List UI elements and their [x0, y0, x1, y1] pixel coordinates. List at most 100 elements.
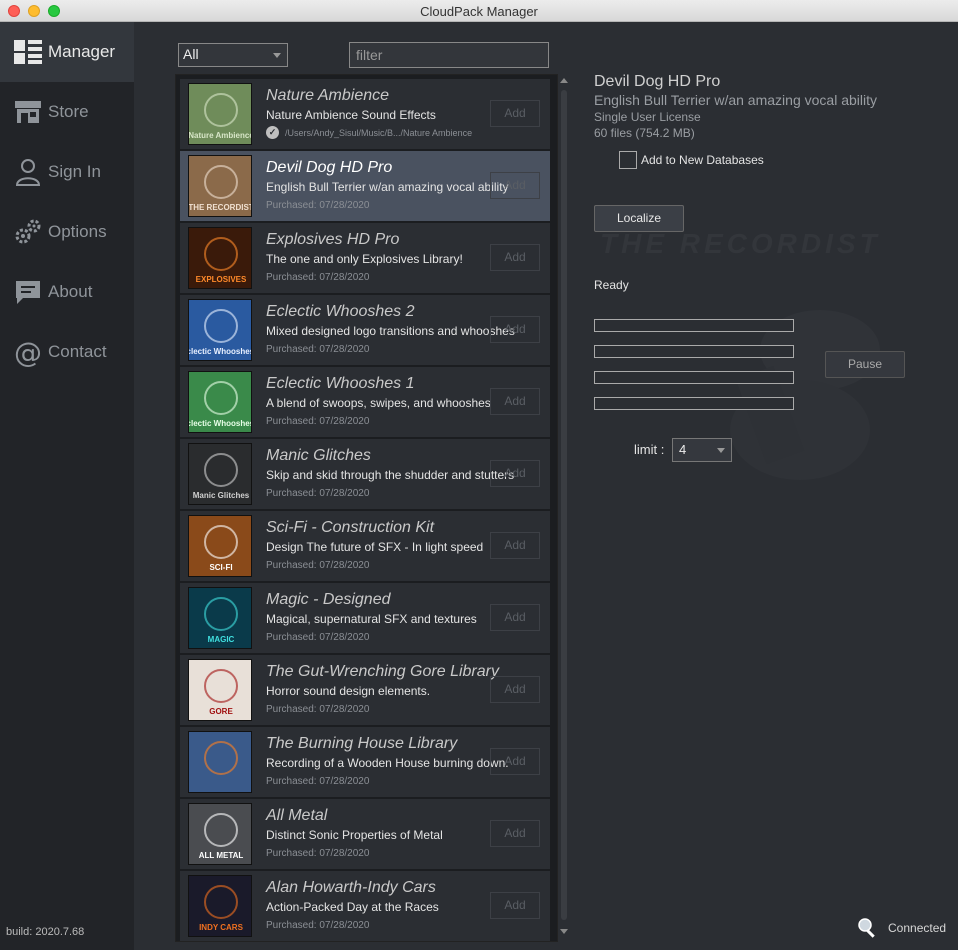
- build-version: build: 2020.7.68: [6, 926, 85, 938]
- artwork-caption: EXPLOSIVES: [196, 275, 247, 284]
- library-list[interactable]: Nature Ambience Nature Ambience Nature Amb…: [175, 74, 558, 942]
- list-item[interactable]: EXPLOSIVES Explosives HD Pro The one and o…: [180, 223, 550, 293]
- list-item[interactable]: MAGIC Magic - Designed Magical, supernatur…: [180, 583, 550, 653]
- sidebar-item-contact[interactable]: @ Contact: [0, 322, 134, 382]
- localize-button[interactable]: Localize: [594, 205, 684, 232]
- add-button[interactable]: Add: [490, 460, 540, 487]
- add-to-databases-label[interactable]: Add to New Databases: [641, 153, 764, 167]
- sidebar-item-label: Store: [48, 102, 89, 121]
- add-to-databases-checkbox[interactable]: [619, 151, 637, 169]
- chevron-down-icon: [273, 53, 281, 58]
- grid-icon: [14, 40, 42, 64]
- title-bar: CloudPack Manager: [0, 0, 958, 22]
- connection-status: Connected: [856, 916, 946, 940]
- sidebar-item-label: Contact: [48, 342, 107, 361]
- list-item[interactable]: Manic Glitches Manic Glitches Skip and ski…: [180, 439, 550, 509]
- library-description: Design The future of SFX - In light spee…: [266, 540, 484, 554]
- library-name: Sci-Fi - Construction Kit: [266, 519, 435, 536]
- add-button[interactable]: Add: [490, 892, 540, 919]
- library-artwork: Eclectic Whooshes 1: [188, 371, 252, 433]
- list-item[interactable]: SCI-FI Sci-Fi - Construction Kit Design Th…: [180, 511, 550, 581]
- download-progress-bar: [594, 397, 794, 410]
- artwork-caption: Eclectic Whooshes 1: [189, 419, 252, 428]
- list-item[interactable]: GORE The Gut-Wrenching Gore Library Horror…: [180, 655, 550, 725]
- store-icon: [15, 101, 41, 123]
- detail-title: Devil Dog HD Pro: [594, 73, 721, 90]
- list-item[interactable]: The Burning House Library Recording of a …: [180, 727, 550, 797]
- purchase-date: Purchased: 07/28/2020: [266, 344, 370, 355]
- artwork-caption: ALL METAL: [199, 851, 244, 860]
- user-icon: [15, 159, 41, 186]
- installed-check-icon: ✓: [266, 126, 279, 139]
- library-artwork: Eclectic Whooshes 2: [188, 299, 252, 361]
- artwork-caption: MAGIC: [208, 635, 235, 644]
- library-artwork: Nature Ambience: [188, 83, 252, 145]
- library-artwork: MAGIC: [188, 587, 252, 649]
- status-text: Ready: [594, 278, 629, 292]
- artwork-caption: SCI-FI: [209, 563, 232, 572]
- connection-status-text: Connected: [888, 921, 947, 935]
- sidebar-item-manager[interactable]: Manager: [0, 22, 134, 82]
- limit-select[interactable]: 4: [672, 438, 732, 462]
- artwork-caption: THE RECORDIST: [189, 203, 252, 212]
- library-artwork: INDY CARS: [188, 875, 252, 937]
- purchase-date: Purchased: 07/28/2020: [266, 704, 370, 715]
- library-description: A blend of swoops, swipes, and whooshes: [266, 396, 491, 410]
- list-scrollbar[interactable]: [556, 74, 572, 942]
- add-button[interactable]: Add: [490, 820, 540, 847]
- scroll-down-icon[interactable]: [560, 929, 568, 934]
- purchase-date: Purchased: 07/28/2020: [266, 848, 370, 859]
- purchase-date: Purchased: 07/28/2020: [266, 560, 370, 571]
- sidebar-item-label: Manager: [48, 42, 116, 61]
- artwork-caption: Eclectic Whooshes 2: [189, 347, 252, 356]
- filter-input[interactable]: [349, 42, 549, 68]
- add-button[interactable]: Add: [490, 604, 540, 631]
- library-description: Action-Packed Day at the Races: [266, 900, 439, 914]
- list-item[interactable]: Eclectic Whooshes 2 Eclectic Whooshes 2 Mi…: [180, 295, 550, 365]
- sidebar-item-sign-in[interactable]: Sign In: [0, 142, 134, 202]
- library-name: Nature Ambience: [266, 87, 390, 104]
- list-item[interactable]: ALL METAL All Metal Distinct Sonic Propert…: [180, 799, 550, 869]
- add-button[interactable]: Add: [490, 748, 540, 775]
- library-artwork: Manic Glitches: [188, 443, 252, 505]
- add-button[interactable]: Add: [490, 676, 540, 703]
- at-icon: @: [14, 337, 42, 367]
- library-description: Magical, supernatural SFX and textures: [266, 612, 477, 626]
- list-item[interactable]: INDY CARS Alan Howarth-Indy Cars Action-Pa…: [180, 871, 550, 941]
- library-path: ✓ /Users/Andy_Sisul/Music/B.../Nature Amb…: [266, 126, 472, 139]
- list-item[interactable]: Nature Ambience Nature Ambience Nature Amb…: [180, 79, 550, 149]
- sidebar-item-label: Sign In: [48, 162, 101, 181]
- library-name: Explosives HD Pro: [266, 231, 400, 248]
- scroll-up-icon[interactable]: [560, 78, 568, 83]
- library-description: Distinct Sonic Properties of Metal: [266, 828, 443, 842]
- detail-license: Single User License: [594, 110, 701, 124]
- add-button[interactable]: Add: [490, 388, 540, 415]
- library-name: Alan Howarth-Indy Cars: [266, 879, 436, 896]
- pause-button[interactable]: Pause: [825, 351, 905, 378]
- library-description: Nature Ambience Sound Effects: [266, 108, 436, 122]
- scrollbar-thumb[interactable]: [561, 90, 567, 920]
- sidebar-item-label: Options: [48, 222, 107, 241]
- library-description: The one and only Explosives Library!: [266, 252, 463, 266]
- add-button[interactable]: Add: [490, 316, 540, 343]
- sidebar-item-options[interactable]: Options: [0, 202, 134, 262]
- sidebar-item-about[interactable]: About: [0, 262, 134, 322]
- category-select[interactable]: All: [178, 43, 288, 67]
- library-description: English Bull Terrier w/an amazing vocal …: [266, 180, 509, 194]
- list-item[interactable]: THE RECORDIST Devil Dog HD Pro English Bul…: [180, 151, 550, 221]
- download-progress-bar: [594, 371, 794, 384]
- library-description: Recording of a Wooden House burning down…: [266, 756, 509, 770]
- sidebar-item-store[interactable]: Store: [0, 82, 134, 142]
- artwork-caption: INDY CARS: [199, 923, 244, 932]
- add-button[interactable]: Add: [490, 100, 540, 127]
- add-button[interactable]: Add: [490, 172, 540, 199]
- purchase-date: Purchased: 07/28/2020: [266, 200, 370, 211]
- add-button[interactable]: Add: [490, 244, 540, 271]
- list-item[interactable]: Eclectic Whooshes 1 Eclectic Whooshes 1 A …: [180, 367, 550, 437]
- artwork-caption: Nature Ambience: [189, 131, 252, 140]
- library-name: Eclectic Whooshes 1: [266, 375, 415, 392]
- library-description: Horror sound design elements.: [266, 684, 431, 698]
- add-button[interactable]: Add: [490, 532, 540, 559]
- purchase-date: Purchased: 07/28/2020: [266, 920, 370, 931]
- library-artwork: SCI-FI: [188, 515, 252, 577]
